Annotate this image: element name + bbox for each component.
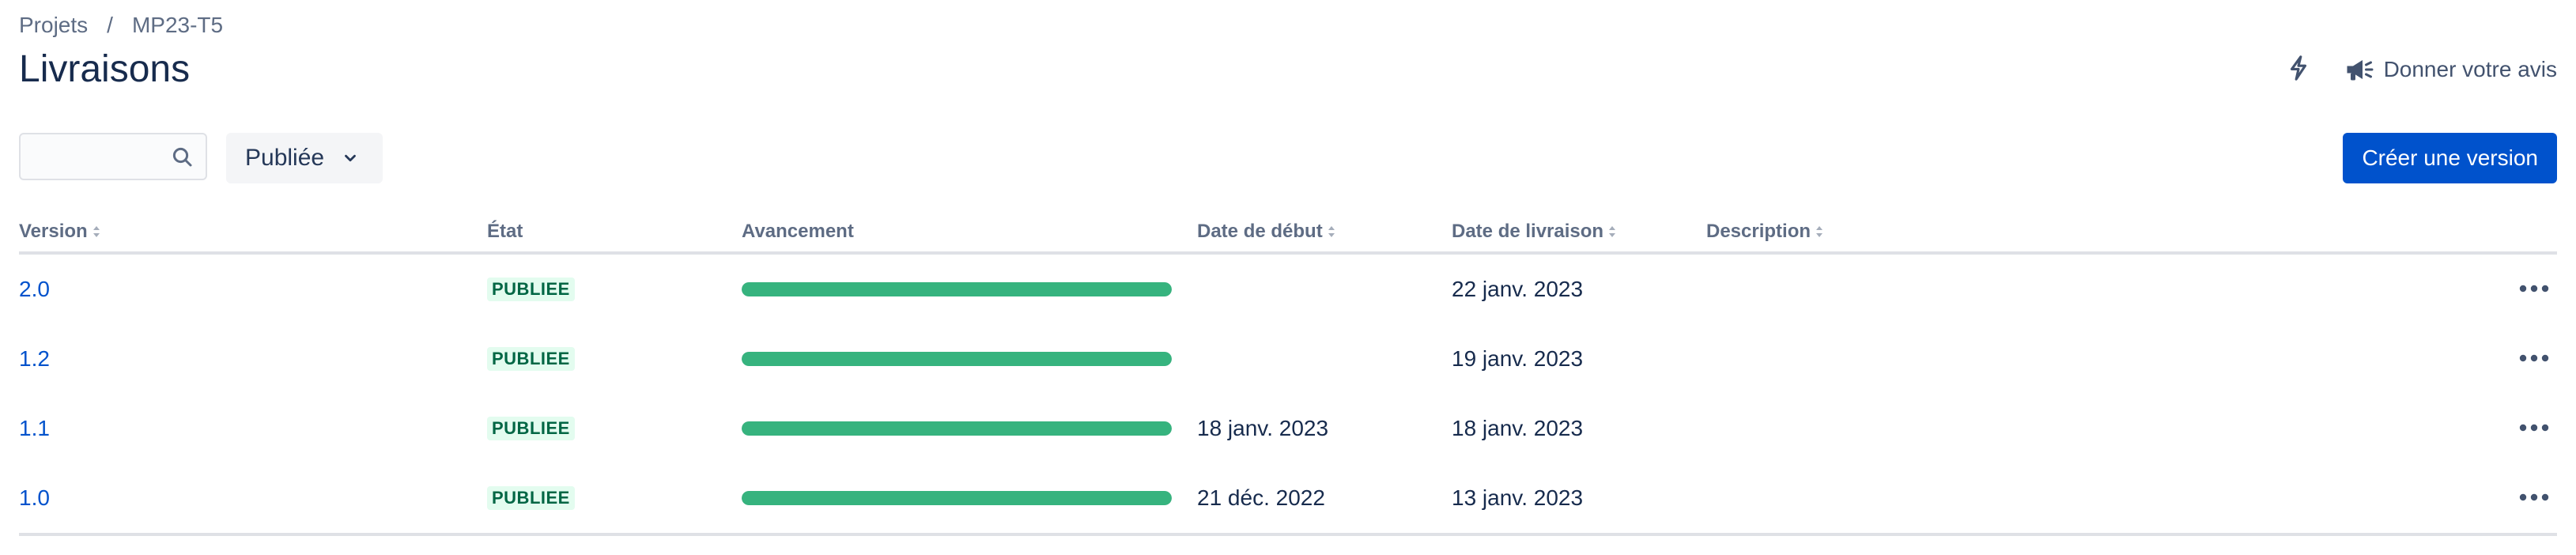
progress-bar	[742, 491, 1172, 505]
breadcrumb: Projets / MP23-T5	[19, 11, 223, 40]
search-box	[19, 133, 207, 180]
more-icon	[2519, 352, 2549, 366]
header-actions: Donner votre avis	[2275, 46, 2557, 93]
table-bottom-border	[19, 533, 2557, 536]
column-header-label: Description	[1706, 221, 1811, 242]
column-header-state: État	[487, 212, 523, 251]
more-icon	[2519, 421, 2549, 436]
releases-table: Version État Avancement Date de début Da…	[19, 212, 2557, 536]
more-icon	[2519, 491, 2549, 505]
breadcrumb-projects-link[interactable]: Projets	[19, 13, 88, 38]
progress-bar-fill	[742, 282, 1172, 296]
column-header-label: Avancement	[742, 221, 854, 242]
breadcrumb-separator: /	[107, 13, 113, 37]
version-link[interactable]: 2.0	[19, 277, 50, 302]
search-input[interactable]	[21, 134, 180, 179]
table-header: Version État Avancement Date de début Da…	[19, 212, 2557, 255]
status-badge: PUBLIEE	[487, 417, 575, 440]
column-header-start-date[interactable]: Date de début	[1197, 212, 1335, 251]
give-feedback-label: Donner votre avis	[2383, 57, 2557, 81]
release-date: 18 janv. 2023	[1452, 416, 1584, 440]
column-header-description[interactable]: Description	[1706, 212, 1823, 251]
column-header-label: Date de livraison	[1452, 221, 1604, 242]
more-actions-button[interactable]	[2511, 413, 2557, 444]
toolbar: Publiée Créer une version	[19, 133, 2557, 183]
give-feedback-button[interactable]: Donner votre avis	[2344, 46, 2557, 93]
status-badge: PUBLIEE	[487, 486, 575, 510]
progress-bar	[742, 282, 1172, 296]
more-icon	[2519, 282, 2549, 296]
progress-bar	[742, 352, 1172, 366]
more-actions-button[interactable]	[2511, 482, 2557, 514]
progress-bar	[742, 421, 1172, 436]
status-badge: PUBLIEE	[487, 347, 575, 371]
column-header-progress: Avancement	[742, 212, 854, 251]
version-link[interactable]: 1.2	[19, 346, 50, 372]
automation-button[interactable]	[2275, 46, 2322, 93]
column-header-label: Version	[19, 221, 88, 242]
version-link[interactable]: 1.0	[19, 485, 50, 511]
column-header-label: Date de début	[1197, 221, 1323, 242]
create-version-button[interactable]: Créer une version	[2343, 133, 2557, 183]
status-filter-dropdown[interactable]: Publiée	[226, 133, 383, 183]
release-date: 13 janv. 2023	[1452, 485, 1584, 510]
release-date: 19 janv. 2023	[1452, 346, 1584, 371]
breadcrumb-project-link[interactable]: MP23-T5	[132, 13, 223, 38]
megaphone-icon	[2344, 55, 2376, 84]
release-date: 22 janv. 2023	[1452, 277, 1584, 301]
chevron-down-icon	[342, 149, 359, 167]
table-row: 1.2 PUBLIEE 19 janv. 2023	[19, 324, 2557, 394]
start-date: 21 déc. 2022	[1197, 485, 1325, 510]
start-date: 18 janv. 2023	[1197, 416, 1329, 440]
status-badge: PUBLIEE	[487, 278, 575, 301]
sort-icon	[1815, 225, 1823, 238]
column-header-label: État	[487, 221, 523, 242]
status-filter-value: Publiée	[245, 145, 325, 171]
column-header-release-date[interactable]: Date de livraison	[1452, 212, 1616, 251]
more-actions-button[interactable]	[2511, 343, 2557, 375]
progress-bar-fill	[742, 352, 1172, 366]
releases-page: Projets / MP23-T5 Livraisons Donner votr…	[0, 0, 2576, 555]
sort-icon	[1328, 225, 1335, 238]
table-row: 2.0 PUBLIEE 22 janv. 2023	[19, 255, 2557, 324]
page-title: Livraisons	[19, 48, 191, 90]
progress-bar-fill	[742, 491, 1172, 505]
progress-bar-fill	[742, 421, 1172, 436]
table-row: 1.1 PUBLIEE 18 janv. 2023 18 janv. 2023	[19, 394, 2557, 463]
more-actions-button[interactable]	[2511, 274, 2557, 305]
sort-icon	[93, 225, 100, 238]
lightning-icon	[2285, 53, 2312, 87]
sort-icon	[1608, 225, 1616, 238]
table-row: 1.0 PUBLIEE 21 déc. 2022 13 janv. 2023	[19, 463, 2557, 533]
search-icon	[171, 145, 195, 169]
version-link[interactable]: 1.1	[19, 416, 50, 441]
column-header-version[interactable]: Version	[19, 212, 100, 251]
